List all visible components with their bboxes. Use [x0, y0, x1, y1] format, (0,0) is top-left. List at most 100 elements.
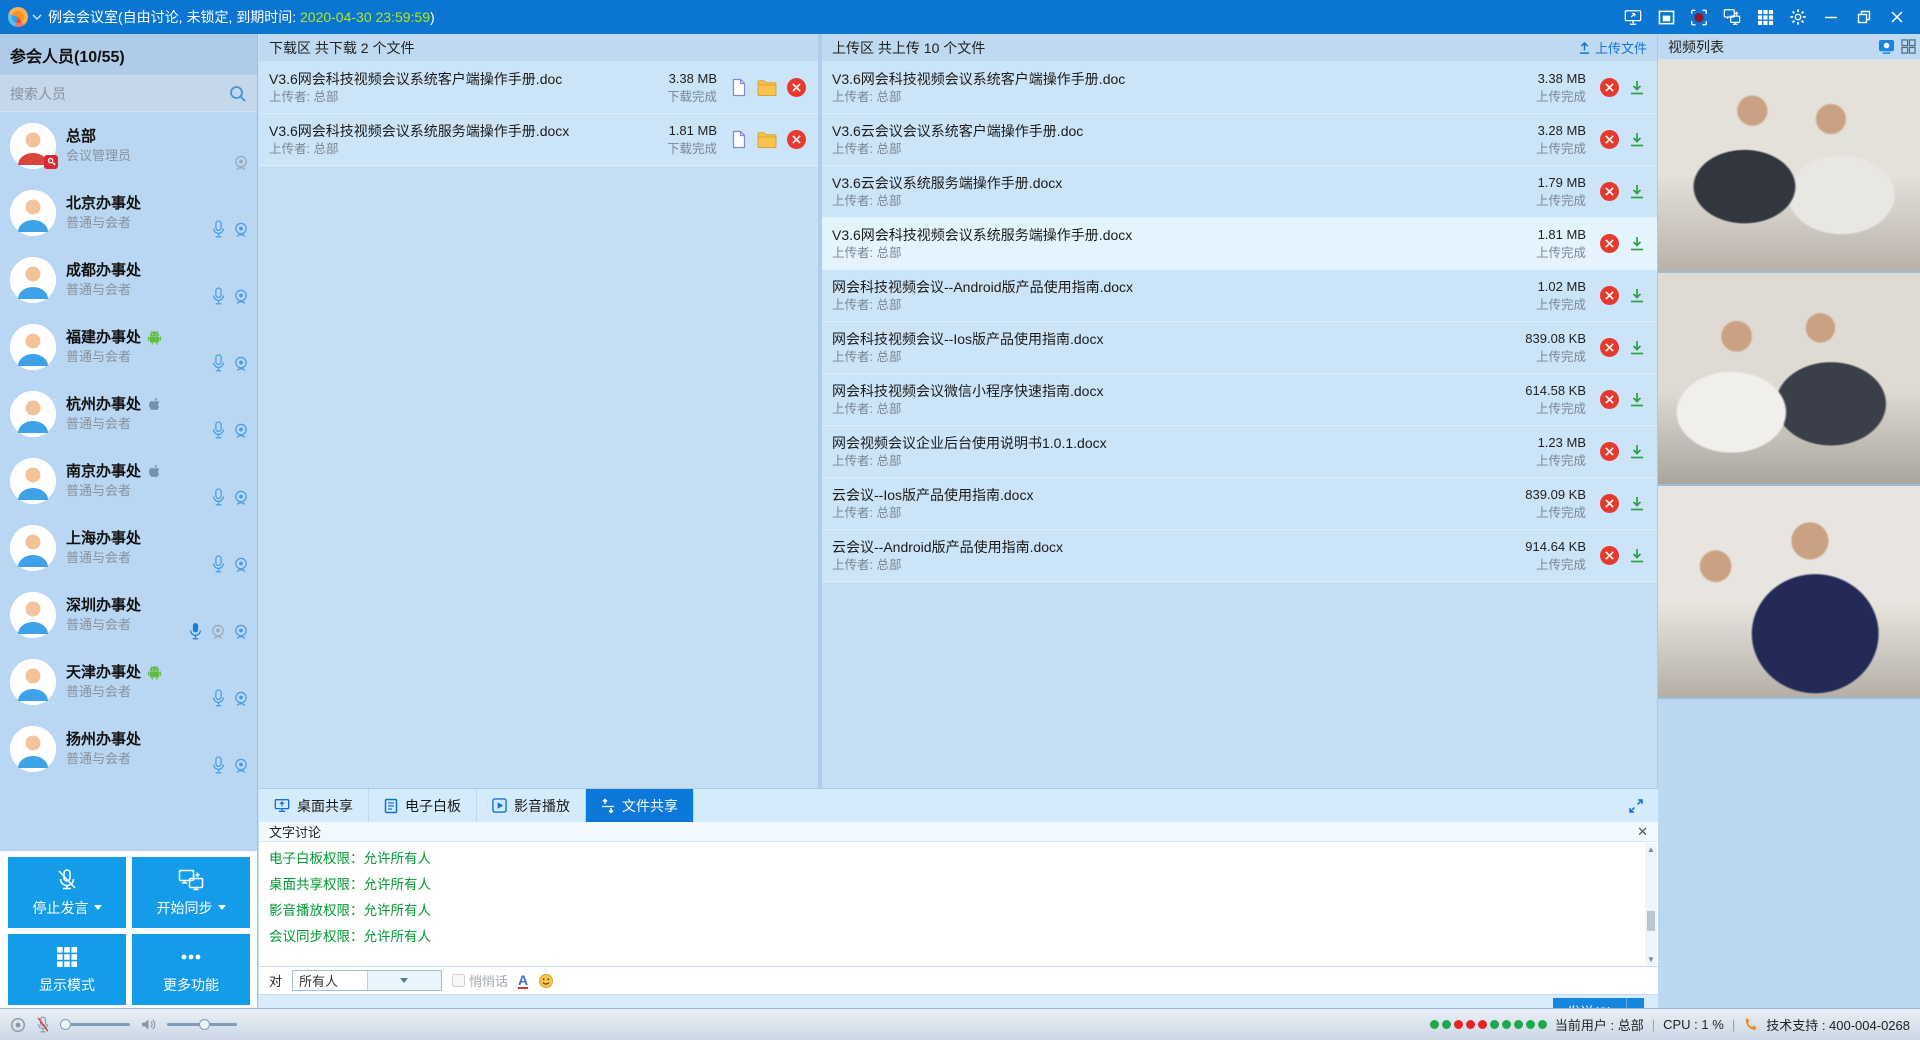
video-thumbnail[interactable]: [1658, 60, 1920, 273]
participant-row[interactable]: 扬州办事处 普通与会者: [0, 715, 257, 782]
webcam-icon[interactable]: [233, 288, 249, 305]
whisper-checkbox[interactable]: [452, 974, 465, 987]
open-file-icon[interactable]: [731, 130, 747, 149]
participant-row[interactable]: 南京办事处 普通与会者: [0, 447, 257, 514]
download-file-icon[interactable]: [1629, 288, 1645, 304]
minimize-button[interactable]: [1822, 8, 1840, 26]
control-button[interactable]: 停止发言: [8, 857, 126, 928]
mic-icon[interactable]: [211, 421, 226, 439]
webcam-icon[interactable]: [233, 556, 249, 573]
record-icon[interactable]: [1690, 8, 1708, 26]
speaker-volume-icon[interactable]: [140, 1017, 157, 1032]
sync-screens-icon[interactable]: [1723, 8, 1741, 26]
participant-row[interactable]: 杭州办事处 普通与会者: [0, 380, 257, 447]
delete-file-icon[interactable]: [1600, 130, 1619, 149]
webcam-icon[interactable]: [233, 757, 249, 774]
share-tab[interactable]: 影音播放: [477, 789, 586, 822]
scroll-down-icon[interactable]: ▼: [1645, 953, 1657, 965]
delete-file-icon[interactable]: [787, 78, 806, 97]
webcam-icon[interactable]: [233, 489, 249, 506]
video-thumbnail[interactable]: [1658, 486, 1920, 699]
mic-volume-knob[interactable]: [60, 1019, 71, 1030]
video-display-icon[interactable]: [1878, 39, 1895, 54]
delete-file-icon[interactable]: [1600, 338, 1619, 357]
participant-row[interactable]: 北京办事处 普通与会者: [0, 179, 257, 246]
video-layout-grid-icon[interactable]: [1901, 39, 1916, 54]
share-tab[interactable]: 桌面共享: [259, 789, 369, 822]
webcam-off-icon[interactable]: [233, 154, 249, 171]
delete-file-icon[interactable]: [787, 130, 806, 149]
webcam-icon[interactable]: [233, 221, 249, 238]
control-button[interactable]: 开始同步: [132, 857, 250, 928]
upload-file-row[interactable]: V3.6云会议系统服务端操作手册.docx 上传者: 总部 1.79 MB 上传…: [822, 166, 1657, 218]
upload-file-row[interactable]: 网会视频会议企业后台使用说明书1.0.1.docx 上传者: 总部 1.23 M…: [822, 426, 1657, 478]
download-file-row[interactable]: V3.6网会科技视频会议系统服务端操作手册.docx 上传者: 总部 1.81 …: [259, 114, 818, 166]
video-thumbnail[interactable]: [1658, 273, 1920, 486]
webcam-icon[interactable]: [233, 623, 249, 640]
share-tab[interactable]: 文件共享: [586, 789, 694, 822]
upload-file-row[interactable]: V3.6云会议会议系统客户端操作手册.doc 上传者: 总部 3.28 MB 上…: [822, 114, 1657, 166]
mic-active-icon[interactable]: [188, 622, 203, 640]
chat-scrollbar[interactable]: ▲ ▼: [1645, 843, 1657, 965]
upload-file-button[interactable]: 上传文件: [1578, 38, 1647, 57]
delete-file-icon[interactable]: [1600, 234, 1619, 253]
speaker-icon[interactable]: [210, 623, 226, 640]
search-input[interactable]: [10, 86, 229, 102]
control-button[interactable]: 更多功能: [132, 934, 250, 1005]
expand-icon[interactable]: [1628, 798, 1644, 814]
upload-file-row[interactable]: 网会科技视频会议--Ios版产品使用指南.docx 上传者: 总部 839.08…: [822, 322, 1657, 374]
download-file-icon[interactable]: [1629, 340, 1645, 356]
participant-row[interactable]: 上海办事处 普通与会者: [0, 514, 257, 581]
webcam-icon[interactable]: [233, 422, 249, 439]
mic-icon[interactable]: [211, 689, 226, 707]
delete-file-icon[interactable]: [1600, 546, 1619, 565]
participant-row[interactable]: 深圳办事处 普通与会者: [0, 581, 257, 648]
participant-row[interactable]: 天津办事处 普通与会者: [0, 648, 257, 715]
delete-file-icon[interactable]: [1600, 286, 1619, 305]
open-folder-icon[interactable]: [757, 79, 777, 96]
restore-button[interactable]: [1855, 8, 1873, 26]
download-file-icon[interactable]: [1629, 444, 1645, 460]
display-grid-icon[interactable]: [1756, 8, 1774, 26]
recipient-select[interactable]: 所有人: [292, 970, 442, 991]
select-arrow-icon[interactable]: [367, 971, 442, 990]
download-file-icon[interactable]: [1629, 184, 1645, 200]
download-file-icon[interactable]: [1629, 80, 1645, 96]
window-mode-icon[interactable]: [1657, 8, 1675, 26]
mic-icon[interactable]: [211, 220, 226, 238]
participant-row[interactable]: 成都办事处 普通与会者: [0, 246, 257, 313]
download-file-icon[interactable]: [1629, 548, 1645, 564]
mic-icon[interactable]: [211, 488, 226, 506]
upload-file-row[interactable]: V3.6网会科技视频会议系统客户端操作手册.doc 上传者: 总部 3.38 M…: [822, 62, 1657, 114]
download-file-row[interactable]: V3.6网会科技视频会议系统客户端操作手册.doc 上传者: 总部 3.38 M…: [259, 62, 818, 114]
scroll-up-icon[interactable]: ▲: [1645, 843, 1657, 855]
delete-file-icon[interactable]: [1600, 182, 1619, 201]
search-icon[interactable]: [229, 85, 247, 103]
download-file-icon[interactable]: [1629, 496, 1645, 512]
dropdown-arrow-icon[interactable]: [218, 905, 226, 910]
delete-file-icon[interactable]: [1600, 494, 1619, 513]
download-file-icon[interactable]: [1629, 236, 1645, 252]
delete-file-icon[interactable]: [1600, 442, 1619, 461]
mic-muted-icon[interactable]: [36, 1016, 50, 1033]
mic-icon[interactable]: [211, 756, 226, 774]
emoji-icon[interactable]: [538, 973, 554, 989]
download-file-icon[interactable]: [1629, 132, 1645, 148]
chat-close-icon[interactable]: ✕: [1637, 825, 1648, 838]
delete-file-icon[interactable]: [1600, 78, 1619, 97]
mic-volume-slider[interactable]: [60, 1023, 130, 1026]
upload-file-row[interactable]: 网会科技视频会议--Android版产品使用指南.docx 上传者: 总部 1.…: [822, 270, 1657, 322]
font-settings-icon[interactable]: A: [518, 973, 528, 989]
webcam-icon[interactable]: [233, 690, 249, 707]
dropdown-arrow-icon[interactable]: [94, 905, 102, 910]
speaker-volume-slider[interactable]: [167, 1023, 237, 1026]
participant-row[interactable]: 总部 会议管理员: [0, 112, 257, 179]
upload-file-row[interactable]: 云会议--Android版产品使用指南.docx 上传者: 总部 914.64 …: [822, 530, 1657, 582]
open-file-icon[interactable]: [731, 78, 747, 97]
participant-row[interactable]: 福建办事处 普通与会者: [0, 313, 257, 380]
close-button[interactable]: [1888, 8, 1906, 26]
screen-share-icon[interactable]: [1624, 8, 1642, 26]
speaker-volume-knob[interactable]: [199, 1019, 210, 1030]
upload-file-row[interactable]: 网会科技视频会议微信小程序快速指南.docx 上传者: 总部 614.58 KB…: [822, 374, 1657, 426]
download-file-icon[interactable]: [1629, 392, 1645, 408]
